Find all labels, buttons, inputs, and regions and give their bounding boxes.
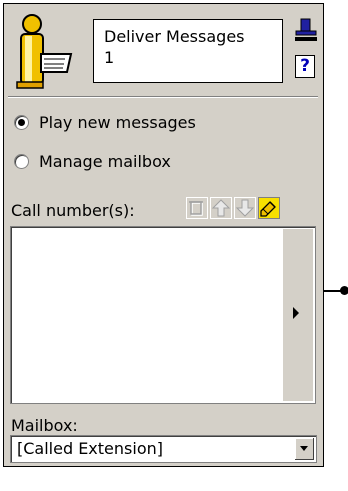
connector-port[interactable] xyxy=(340,286,348,295)
deliver-messages-node[interactable]: Deliver Messages 1 ? Play new messages M… xyxy=(3,3,324,467)
manage-mailbox-radio[interactable] xyxy=(14,153,29,169)
help-button[interactable]: ? xyxy=(295,55,315,78)
edit-number-icon[interactable] xyxy=(258,197,280,219)
list-expand-button[interactable] xyxy=(283,229,313,401)
mailbox-label: Mailbox: xyxy=(11,416,78,435)
user-mailbox-icon xyxy=(16,14,73,89)
manage-mailbox-option[interactable]: Manage mailbox xyxy=(14,150,171,172)
delete-icon[interactable] xyxy=(186,197,208,219)
node-title: Deliver Messages xyxy=(104,27,245,46)
play-new-messages-label: Play new messages xyxy=(39,112,196,132)
mailbox-select[interactable]: [Called Extension] xyxy=(10,435,317,463)
move-down-icon[interactable] xyxy=(234,197,256,219)
expand-arrow-icon xyxy=(293,307,299,319)
call-numbers-label: Call number(s): xyxy=(11,201,135,220)
header-divider xyxy=(8,96,318,98)
node-number: 1 xyxy=(104,48,115,67)
node-title-box[interactable]: Deliver Messages 1 xyxy=(93,19,283,83)
pin-icon[interactable] xyxy=(295,18,317,42)
play-new-messages-radio[interactable] xyxy=(14,114,29,130)
play-new-messages-option[interactable]: Play new messages xyxy=(14,111,196,133)
manage-mailbox-label: Manage mailbox xyxy=(39,151,171,171)
move-up-icon[interactable] xyxy=(210,197,232,219)
mailbox-value: [Called Extension] xyxy=(17,439,163,458)
node-header: Deliver Messages 1 ? xyxy=(4,4,323,95)
call-numbers-list[interactable] xyxy=(10,226,316,404)
dropdown-arrow-icon[interactable] xyxy=(295,438,314,460)
